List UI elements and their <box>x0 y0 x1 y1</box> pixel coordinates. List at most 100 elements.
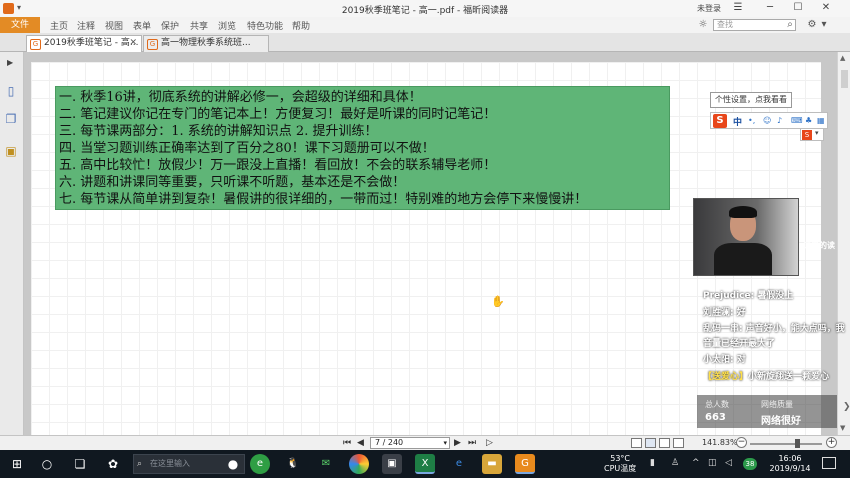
maximize-icon[interactable]: ☐ <box>790 1 806 15</box>
ime-language-toggle[interactable]: 中 <box>733 115 742 128</box>
page-number-value: 7 / 240 <box>375 438 404 447</box>
last-page-icon[interactable]: ⏭ <box>468 438 476 448</box>
chat-text: 对 <box>736 355 746 365</box>
cortana-icon[interactable]: ○ <box>39 456 55 472</box>
tray-app-icon[interactable]: ▮ <box>650 458 655 468</box>
tab-physics-pdf[interactable]: G 高一物理秋季系统班... <box>143 35 269 52</box>
single-page-view-icon[interactable] <box>631 438 642 448</box>
system-clock[interactable]: 16:06 2019/9/14 <box>766 454 814 474</box>
menu-home[interactable]: 主页 <box>50 19 68 32</box>
zoom-slider-thumb[interactable] <box>794 439 800 448</box>
notification-badge[interactable]: 38 <box>743 458 757 470</box>
task-view-icon[interactable]: ❏ <box>72 456 88 472</box>
scroll-up-icon[interactable]: ▲ <box>840 54 845 62</box>
search-icon[interactable]: ⌕ <box>784 19 796 31</box>
zoom-slider[interactable] <box>750 443 822 445</box>
punctuation-icon[interactable]: •, <box>748 116 755 125</box>
foxit-reader-taskbar-icon[interactable]: G <box>515 454 535 474</box>
note-line-1: 一. 秋季16讲，彻底系统的讲解必修一，会超级的详细和具体！ <box>59 90 422 105</box>
zoom-in-icon[interactable]: + <box>826 437 837 448</box>
windows-start-icon[interactable]: ⊞ <box>9 456 25 472</box>
lightbulb-icon[interactable]: ☼ <box>697 19 709 31</box>
chat-message: 小太阳: 对 <box>703 352 746 365</box>
show-hidden-icons[interactable]: ^ <box>692 458 700 468</box>
expand-arrow-icon[interactable]: ❯ <box>843 402 850 412</box>
expand-panel-icon[interactable]: ▶ <box>7 58 13 67</box>
skin-icon[interactable]: ☰ <box>730 1 746 15</box>
login-link[interactable]: 未登录 <box>697 3 721 14</box>
excel-icon[interactable]: X <box>415 454 435 474</box>
tab-label: 2019秋季班笔记 - 高... <box>44 38 139 48</box>
close-tab-icon[interactable]: ✕ <box>129 36 137 51</box>
skin-icon[interactable]: ♣ <box>805 116 812 125</box>
menu-help[interactable]: 帮助 <box>292 19 310 32</box>
network-quality: 网络很好 <box>761 416 801 427</box>
chevron-down-icon[interactable]: ▾ <box>443 438 447 448</box>
tab-notes-pdf[interactable]: G 2019秋季班笔记 - 高... ✕ <box>26 35 142 52</box>
file-explorer-icon[interactable]: ▬ <box>482 454 502 474</box>
gift-tag: 【送爱心】 <box>703 372 749 382</box>
note-line-3: 三. 每节课两部分：1. 系统的讲解知识点 2. 提升训练！ <box>59 124 378 139</box>
menu-share[interactable]: 共享 <box>190 19 208 32</box>
comments-icon[interactable]: ▣ <box>4 144 18 158</box>
chrome-icon[interactable] <box>349 454 369 474</box>
continuous-view-icon[interactable] <box>645 438 656 448</box>
menu-file[interactable]: 文件 <box>0 17 40 33</box>
gallery-icon[interactable]: ▣ <box>382 454 402 474</box>
note-line-6: 六. 讲题和讲课同等重要，只听课不听题，基本还是不会做！ <box>59 175 406 190</box>
teacher-body <box>714 243 772 275</box>
app-swirl-icon[interactable]: ✿ <box>105 456 121 472</box>
menu-protect[interactable]: 保护 <box>161 19 179 32</box>
play-icon[interactable]: ▷ <box>486 438 493 448</box>
zoom-level[interactable]: 141.83% <box>702 438 738 447</box>
previous-page-icon[interactable]: ◀ <box>357 438 364 448</box>
pdf-icon: G <box>30 39 41 50</box>
toolbox-icon[interactable]: ▦ <box>817 116 825 125</box>
bookmarks-icon[interactable]: ❐ <box>4 112 18 126</box>
menu-form[interactable]: 表单 <box>133 19 151 32</box>
menu-comment[interactable]: 注释 <box>77 19 95 32</box>
browser-360-icon[interactable]: e <box>250 454 270 474</box>
gear-icon[interactable]: ⚙ <box>806 19 818 31</box>
windows-taskbar: ⊞ ○ ❏ ✿ ⌕ 在这里输入 ● e 🐧 ✉ ▣ X e ▬ G 53°C C… <box>0 450 850 478</box>
emoji-icon[interactable]: ☺ <box>763 116 771 125</box>
facing-view-icon[interactable] <box>659 438 670 448</box>
close-icon[interactable]: ✕ <box>818 1 834 15</box>
tab-label: 高一物理秋季系统班... <box>161 38 251 48</box>
page-number-input[interactable]: 7 / 240 ▾ <box>370 437 450 449</box>
scroll-down-icon[interactable]: ▼ <box>840 424 845 432</box>
edge-icon[interactable]: e <box>449 454 469 474</box>
chevron-down-icon[interactable]: ▾ <box>815 129 819 137</box>
vertical-scrollbar[interactable]: ▲ ▼ <box>837 52 850 435</box>
teacher-hair <box>729 206 757 218</box>
wechat-icon[interactable]: ✉ <box>316 454 336 474</box>
sogou-logo-icon[interactable]: S <box>713 114 727 128</box>
teacher-video[interactable] <box>693 198 799 276</box>
scroll-thumb[interactable] <box>841 70 848 88</box>
note-line-4: 四. 当堂习题训练正确率达到了百分之80！课下习题册可以不做！ <box>59 141 435 156</box>
microphone-icon[interactable]: ♪ <box>777 116 782 125</box>
menu-features[interactable]: 特色功能 <box>247 19 283 32</box>
ime-mini-bar[interactable]: S ▾ <box>800 128 824 141</box>
volume-icon[interactable]: ◁ <box>725 458 732 468</box>
chat-text: 音量已经开最大了 <box>703 339 776 349</box>
zoom-out-icon[interactable]: − <box>736 437 747 448</box>
person-icon[interactable]: ♙ <box>671 458 679 468</box>
next-page-icon[interactable]: ▶ <box>454 438 461 448</box>
qq-icon[interactable]: 🐧 <box>283 454 303 474</box>
ime-toolbar[interactable]: S 中 •, ☺ ♪ ⌨ ♣ ▦ <box>710 112 828 129</box>
first-page-icon[interactable]: ⏮ <box>343 438 351 448</box>
chat-text: 声音好小，能大点吗，我 <box>745 324 845 334</box>
page-thumbnails-icon[interactable]: ▯ <box>4 84 18 98</box>
minimize-icon[interactable]: ─ <box>762 1 778 15</box>
action-center-icon[interactable] <box>822 457 836 469</box>
keyboard-icon[interactable]: ⌨ <box>791 116 803 125</box>
network-icon[interactable]: ◫ <box>708 458 717 468</box>
microphone-icon[interactable]: ● <box>225 456 241 472</box>
continuous-facing-view-icon[interactable] <box>673 438 684 448</box>
menu-view[interactable]: 视图 <box>105 19 123 32</box>
note-line-5: 五. 高中比较忙！放假少！万一跟没上直播！看回放！不会的联系辅导老师！ <box>59 158 497 173</box>
menu-browse[interactable]: 浏览 <box>218 19 236 32</box>
temperature-value: 53°C <box>610 454 631 463</box>
chevron-down-icon[interactable]: ▾ <box>818 19 830 31</box>
